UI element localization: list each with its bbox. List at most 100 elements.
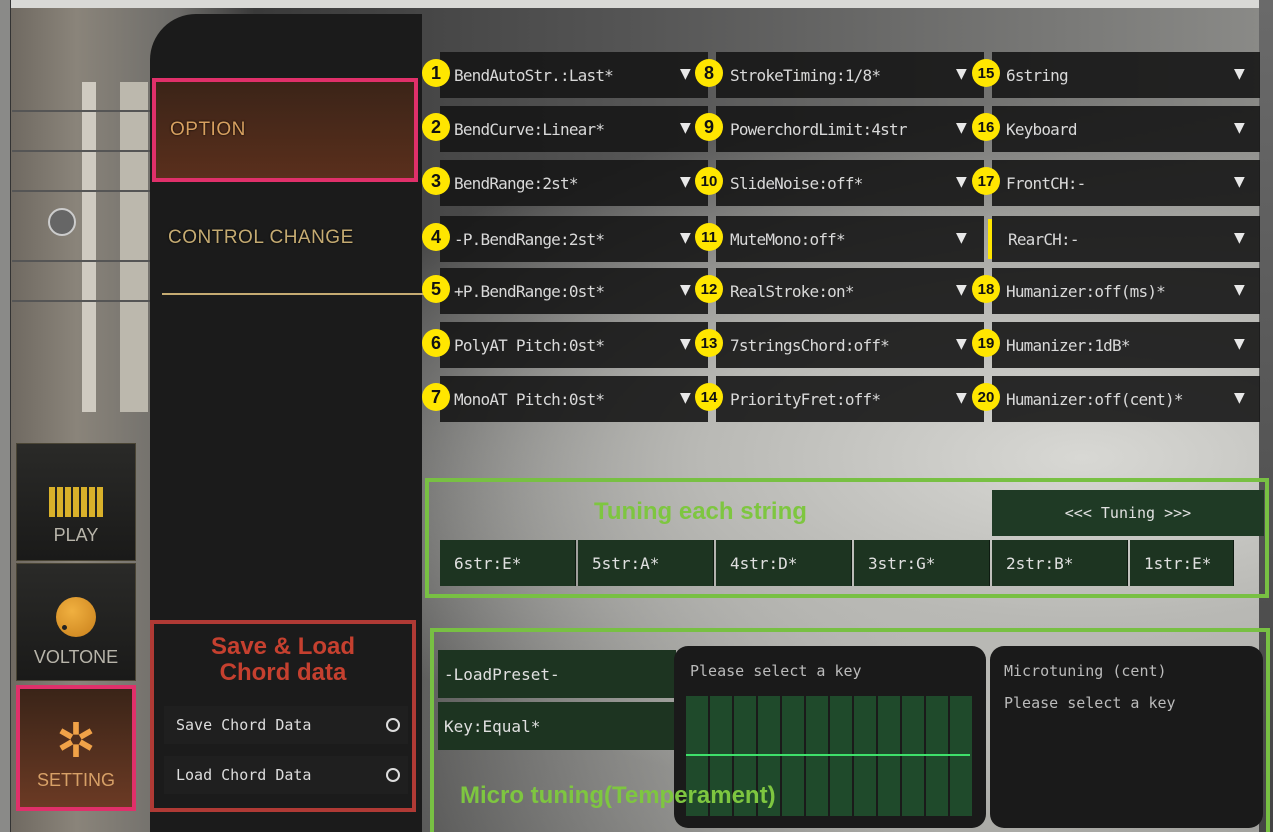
string-tuning-dropdown[interactable]: 5str:A* — [578, 540, 714, 586]
param-dropdown[interactable]: RearCH:- — [992, 216, 1260, 262]
center-line — [686, 754, 970, 756]
param-dropdown[interactable]: Humanizer:off(cent)* — [992, 376, 1260, 422]
dropdown-arrow-icon[interactable]: ▼ — [1234, 390, 1245, 406]
dropdown-arrow-icon[interactable]: ▼ — [1234, 282, 1245, 298]
param-label: 6string — [1006, 65, 1069, 85]
save-load-title: Save & Load Chord data — [150, 634, 416, 686]
dropdown-arrow-icon[interactable]: ▼ — [956, 282, 967, 298]
nav-control-change-tab[interactable]: CONTROL CHANGE — [168, 227, 354, 249]
save-load-title-line2: Chord data — [219, 659, 347, 686]
param-number-badge: 17 — [972, 167, 1000, 195]
key-slider-column[interactable] — [806, 696, 828, 816]
dropdown-arrow-icon[interactable]: ▼ — [680, 390, 691, 406]
key-dropdown[interactable]: Key:Equal* — [438, 702, 676, 750]
param-dropdown[interactable]: StrokeTiming:1/8* — [716, 52, 984, 98]
cent-prompt: Please select a key — [1004, 694, 1176, 712]
key-slider-column[interactable] — [926, 696, 948, 816]
param-number-badge: 15 — [972, 59, 1000, 87]
param-number-badge: 13 — [695, 329, 723, 357]
param-dropdown[interactable]: PriorityFret:off* — [716, 376, 984, 422]
dropdown-arrow-icon[interactable]: ▼ — [680, 66, 691, 82]
dropdown-arrow-icon[interactable]: ▼ — [680, 230, 691, 246]
dropdown-arrow-icon[interactable]: ▼ — [680, 174, 691, 190]
param-dropdown[interactable]: Humanizer:off(ms)* — [992, 268, 1260, 314]
key-slider-column[interactable] — [830, 696, 852, 816]
dropdown-arrow-icon[interactable]: ▼ — [1234, 174, 1245, 190]
string-tuning-dropdown[interactable]: 1str:E* — [1130, 540, 1234, 586]
dropdown-arrow-icon[interactable]: ▼ — [1234, 66, 1245, 82]
dropdown-arrow-icon[interactable]: ▼ — [956, 174, 967, 190]
key-slider-column[interactable] — [782, 696, 804, 816]
param-dropdown[interactable]: BendCurve:Linear* — [440, 106, 708, 152]
dropdown-arrow-icon[interactable]: ▼ — [1234, 120, 1245, 136]
param-dropdown[interactable]: SlideNoise:off* — [716, 160, 984, 206]
param-number-badge: 10 — [695, 167, 723, 195]
nav-option-tab[interactable]: OPTION — [152, 78, 418, 182]
string-tuning-dropdown[interactable]: 3str:G* — [854, 540, 990, 586]
tuning-toggle-button[interactable]: <<< Tuning >>> — [992, 490, 1264, 536]
load-preset-dropdown[interactable]: -LoadPreset- — [438, 650, 676, 698]
param-number-badge: 14 — [695, 383, 723, 411]
param-label: PriorityFret:off* — [730, 389, 881, 409]
param-label: BendRange:2st* — [454, 173, 578, 193]
param-dropdown[interactable]: 7stringsChord:off* — [716, 322, 984, 368]
key-slider-column[interactable] — [854, 696, 876, 816]
param-number-badge: 1 — [422, 59, 450, 87]
dropdown-arrow-icon[interactable]: ▼ — [956, 336, 967, 352]
param-dropdown[interactable]: -P.BendRange:2st* — [440, 216, 708, 262]
micro-tuning-title: Micro tuning(Temperament) — [460, 782, 776, 809]
play-label: PLAY — [53, 525, 99, 545]
key-slider-column[interactable] — [902, 696, 924, 816]
save-indicator-icon — [386, 718, 400, 732]
play-button[interactable]: PLAY — [16, 443, 136, 561]
dropdown-arrow-icon[interactable]: ▼ — [956, 66, 967, 82]
param-number-badge: 19 — [972, 329, 1000, 357]
param-dropdown[interactable]: Humanizer:1dB* — [992, 322, 1260, 368]
key-slider-column[interactable] — [878, 696, 900, 816]
param-label: PolyAT Pitch:0st* — [454, 335, 605, 355]
dropdown-arrow-icon[interactable]: ▼ — [680, 120, 691, 136]
param-dropdown[interactable]: FrontCH:- — [992, 160, 1260, 206]
param-number-badge: 20 — [972, 383, 1000, 411]
param-dropdown[interactable]: PowerchordLimit:4str — [716, 106, 984, 152]
voltone-button[interactable]: VOLTONE — [16, 563, 136, 681]
dropdown-arrow-icon[interactable]: ▼ — [956, 390, 967, 406]
param-dropdown[interactable]: +P.BendRange:0st* — [440, 268, 708, 314]
nav-option-label: OPTION — [170, 119, 246, 140]
param-number-badge: 7 — [422, 383, 450, 411]
param-dropdown[interactable]: BendRange:2st* — [440, 160, 708, 206]
param-dropdown[interactable]: MuteMono:off* — [716, 216, 984, 262]
dropdown-arrow-icon[interactable]: ▼ — [680, 336, 691, 352]
param-label: Humanizer:1dB* — [1006, 335, 1130, 355]
param-number-badge: 5 — [422, 275, 450, 303]
param-dropdown[interactable]: PolyAT Pitch:0st* — [440, 322, 708, 368]
param-dropdown[interactable]: RealStroke:on* — [716, 268, 984, 314]
dropdown-arrow-icon[interactable]: ▼ — [680, 282, 691, 298]
save-chord-data-button[interactable]: Save Chord Data — [164, 706, 408, 744]
param-number-badge: 6 — [422, 329, 450, 357]
string-tuning-dropdown[interactable]: 2str:B* — [992, 540, 1128, 586]
param-dropdown[interactable]: Keyboard — [992, 106, 1260, 152]
key-slider-column[interactable] — [950, 696, 972, 816]
param-label: RearCH:- — [1008, 229, 1079, 249]
gear-icon: ✲ — [55, 715, 97, 768]
param-number-badge: 16 — [972, 113, 1000, 141]
setting-button[interactable]: ✲ SETTING — [16, 685, 136, 811]
dropdown-arrow-icon[interactable]: ▼ — [1234, 336, 1245, 352]
param-label: MuteMono:off* — [730, 229, 846, 249]
tuning-title: Tuning each string — [594, 498, 807, 525]
dropdown-arrow-icon[interactable]: ▼ — [956, 120, 967, 136]
dropdown-arrow-icon[interactable]: ▼ — [956, 230, 967, 246]
param-number-badge: 9 — [695, 113, 723, 141]
param-dropdown[interactable]: BendAutoStr.:Last* — [440, 52, 708, 98]
param-label: -P.BendRange:2st* — [454, 229, 605, 249]
param-dropdown[interactable]: 6string — [992, 52, 1260, 98]
string-tuning-dropdown[interactable]: 6str:E* — [440, 540, 576, 586]
dropdown-arrow-icon[interactable]: ▼ — [1234, 230, 1245, 246]
param-number-badge: 8 — [695, 59, 723, 87]
param-label: SlideNoise:off* — [730, 173, 863, 193]
load-chord-data-button[interactable]: Load Chord Data — [164, 756, 408, 794]
param-number-badge: 18 — [972, 275, 1000, 303]
string-tuning-dropdown[interactable]: 4str:D* — [716, 540, 852, 586]
param-dropdown[interactable]: MonoAT Pitch:0st* — [440, 376, 708, 422]
